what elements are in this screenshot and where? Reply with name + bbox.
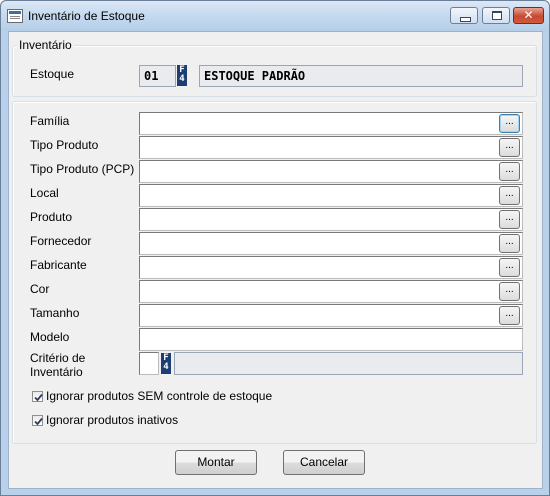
criterio-lookup-f4-button[interactable]: F4 [161,353,171,374]
produto-search-button[interactable]: ... [499,210,520,229]
familia-label: Família [30,114,70,128]
window-title: Inventário de Estoque [28,9,145,23]
inventario-group-title: Inventário [17,38,74,52]
tipo-produto-pcp-search-button[interactable]: ... [499,162,520,181]
tipo-produto-label: Tipo Produto [30,138,99,152]
tipo-produto-field[interactable] [139,136,523,159]
checkmark-icon [34,393,43,402]
tipo-produto-search-button[interactable]: ... [499,138,520,157]
close-button[interactable]: ✕ [513,7,544,24]
fabricante-field[interactable] [139,256,523,279]
maximize-button[interactable] [482,7,510,24]
familia-search-button[interactable]: ... [499,114,520,133]
ignorar-sem-controle-checkbox[interactable] [32,391,43,402]
app-icon[interactable] [7,9,23,23]
fabricante-search-button[interactable]: ... [499,258,520,277]
produto-field[interactable] [139,208,523,231]
tamanho-label: Tamanho [30,306,80,320]
criterio-name-field [174,352,523,375]
tipo-produto-pcp-field[interactable] [139,160,523,183]
dialog-body: Inventário Estoque 01 F4 ESTOQUE PADRÃO … [8,31,543,489]
minimize-button[interactable] [450,7,478,24]
local-field[interactable] [139,184,523,207]
ignorar-sem-controle-label[interactable]: Ignorar produtos SEM controle de estoque [46,389,272,403]
local-label: Local [30,186,59,200]
cancelar-button[interactable]: Cancelar [283,450,365,475]
cor-label: Cor [30,282,50,296]
criterio-label: Critério de Inventário [30,351,86,379]
estoque-name-value: ESTOQUE PADRÃO [204,69,306,83]
tamanho-field[interactable] [139,304,523,327]
estoque-label: Estoque [30,67,75,81]
estoque-name-field: ESTOQUE PADRÃO [199,65,523,87]
local-search-button[interactable]: ... [499,186,520,205]
modelo-label: Modelo [30,330,70,344]
estoque-code-value: 01 [144,69,159,83]
estoque-lookup-f4-button[interactable]: F4 [177,65,187,86]
fabricante-label: Fabricante [30,258,87,272]
familia-field[interactable] [139,112,523,135]
ignorar-inativos-label[interactable]: Ignorar produtos inativos [46,413,178,427]
tamanho-search-button[interactable]: ... [499,306,520,325]
criterio-code-field[interactable] [139,352,159,375]
montar-button[interactable]: Montar [175,450,257,475]
title-bar[interactable]: Inventário de Estoque ✕ [1,1,549,31]
fornecedor-label: Fornecedor [30,234,92,248]
ignorar-inativos-checkbox[interactable] [32,415,43,426]
tipo-produto-pcp-label: Tipo Produto (PCP) [30,162,135,176]
produto-label: Produto [30,210,73,224]
fornecedor-field[interactable] [139,232,523,255]
dialog-window: Inventário de Estoque ✕ Inventário Estoq… [0,0,550,496]
modelo-field[interactable] [139,328,523,351]
close-icon: ✕ [523,8,534,22]
estoque-code-field[interactable]: 01 [139,65,176,87]
cor-field[interactable] [139,280,523,303]
cor-search-button[interactable]: ... [499,282,520,301]
fornecedor-search-button[interactable]: ... [499,234,520,253]
checkmark-icon [34,417,43,426]
